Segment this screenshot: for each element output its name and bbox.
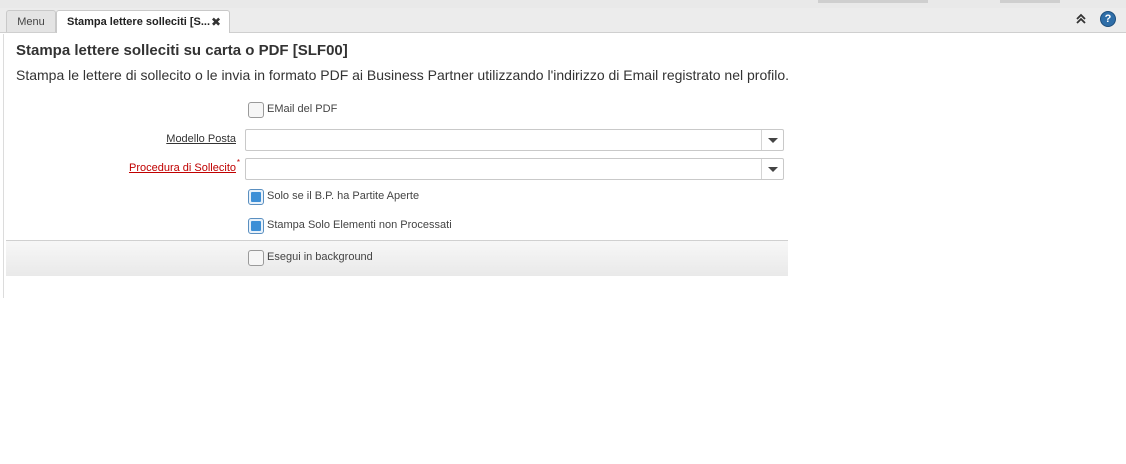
only-open-items-checkbox[interactable]	[248, 189, 264, 205]
chevron-down-icon	[768, 167, 778, 172]
tab-print-dunning-letters[interactable]: Stampa lettere solleciti [S... ✖	[56, 10, 230, 33]
chevron-down-icon	[768, 138, 778, 143]
dunning-combo[interactable]	[245, 158, 784, 180]
email-pdf-checkbox[interactable]	[248, 102, 264, 118]
only-unprocessed-checkbox[interactable]	[248, 218, 264, 234]
close-icon[interactable]: ✖	[211, 11, 221, 33]
checkbox-checked-mark	[251, 192, 261, 202]
page-title: Stampa lettere solleciti su carta o PDF …	[16, 42, 348, 59]
checkbox-checked-mark	[251, 221, 261, 231]
only-unprocessed-label: Stampa Solo Elementi non Processati	[267, 219, 452, 231]
mail-template-dropdown-button[interactable]	[761, 130, 783, 150]
tab-label: Stampa lettere solleciti [S...	[67, 16, 211, 28]
mail-template-combo[interactable]	[245, 129, 784, 151]
email-pdf-label: EMail del PDF	[267, 103, 338, 115]
left-edge	[0, 34, 4, 298]
dunning-label-text: Procedura di Sollecito	[128, 162, 236, 174]
tab-bar: Menu Stampa lettere solleciti [S... ✖ ?	[0, 8, 1126, 33]
mandatory-mark: *	[236, 158, 240, 167]
run-in-background-label: Esegui in background	[267, 251, 373, 263]
mail-template-label[interactable]: Modello Posta	[166, 133, 236, 145]
dunning-label[interactable]: Procedura di Sollecito *	[128, 158, 240, 174]
top-strip-mark	[818, 0, 928, 3]
dunning-dropdown-button[interactable]	[761, 159, 783, 179]
double-chevron-up-icon[interactable]	[1074, 12, 1088, 26]
form-footer	[6, 241, 788, 276]
run-in-background-checkbox[interactable]	[248, 250, 264, 266]
top-strip-mark	[1000, 0, 1060, 3]
help-icon[interactable]: ?	[1100, 11, 1116, 27]
tab-menu[interactable]: Menu	[6, 10, 56, 32]
only-open-items-label: Solo se il B.P. ha Partite Aperte	[267, 190, 420, 202]
page-description: Stampa le lettere di sollecito o le invi…	[16, 67, 790, 83]
